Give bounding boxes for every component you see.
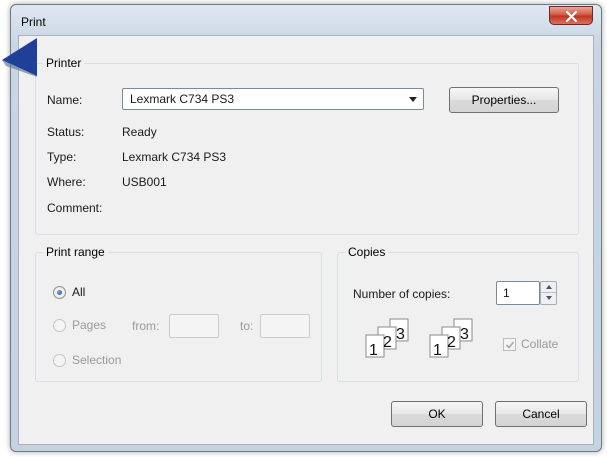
printer-group-label: Printer <box>43 56 85 70</box>
collate-page-3-left: 3 <box>396 326 405 343</box>
spin-up-button[interactable] <box>541 282 556 293</box>
copies-group-label: Copies <box>345 245 389 259</box>
pointer-arrow-icon <box>2 38 37 77</box>
collate-page-1-right: 1 <box>433 342 442 359</box>
collate-label[interactable]: Collate <box>521 337 558 351</box>
type-value: Lexmark C734 PS3 <box>122 150 227 164</box>
checkmark-icon <box>505 341 515 349</box>
chevron-down-icon <box>546 296 552 300</box>
printer-name-select[interactable]: Lexmark C734 PS3 <box>122 88 424 110</box>
printer-name-value: Lexmark C734 PS3 <box>130 92 235 106</box>
comment-label: Comment: <box>47 201 103 215</box>
number-of-copies-label: Number of copies: <box>353 287 451 301</box>
copies-input[interactable]: 1 <box>496 281 540 305</box>
collate-pages-icon: 3 2 1 3 2 1 <box>365 318 473 359</box>
pages-radio-label[interactable]: Pages <box>72 318 106 332</box>
chevron-up-icon <box>546 285 552 289</box>
collate-page-2-left: 2 <box>383 334 392 351</box>
copies-value: 1 <box>503 286 510 300</box>
properties-button[interactable]: Properties... <box>449 87 559 113</box>
ok-button[interactable]: OK <box>391 401 483 427</box>
type-label: Type: <box>47 150 77 164</box>
dialog-body: Printer Name: Lexmark C734 PS3 Propertie… <box>18 35 594 445</box>
collate-page-1-left: 1 <box>369 342 378 359</box>
collate-page-2-right: 2 <box>447 334 456 351</box>
collate-page-3-right: 3 <box>460 326 469 343</box>
to-label: to: <box>240 319 254 333</box>
pages-radio[interactable] <box>53 319 66 332</box>
copies-group: Copies Number of copies: 1 3 2 1 3 2 1 C… <box>337 245 579 382</box>
print-dialog: Print Printer Name: Lexmark C734 PS3 Pro… <box>10 4 602 452</box>
status-value: Ready <box>122 125 157 139</box>
close-button[interactable] <box>549 6 593 25</box>
status-label: Status: <box>47 125 85 139</box>
pages-from-input[interactable] <box>169 314 219 338</box>
all-radio[interactable] <box>53 286 66 299</box>
print-range-group-label: Print range <box>43 245 108 259</box>
window-title: Print <box>21 15 46 29</box>
copies-spinner[interactable] <box>540 281 557 305</box>
spin-down-button[interactable] <box>541 293 556 304</box>
collate-checkbox[interactable] <box>503 338 516 351</box>
from-label: from: <box>132 319 160 333</box>
title-bar[interactable]: Print <box>11 5 601 35</box>
radio-selected-dot <box>57 290 62 295</box>
cancel-button[interactable]: Cancel <box>495 401 587 427</box>
close-icon <box>565 11 578 22</box>
selection-radio[interactable] <box>53 354 66 367</box>
selection-radio-label[interactable]: Selection <box>72 353 121 367</box>
printer-group: Printer Name: Lexmark C734 PS3 Propertie… <box>35 56 579 235</box>
all-radio-label[interactable]: All <box>72 285 85 299</box>
where-label: Where: <box>47 175 86 189</box>
print-range-group: Print range All Pages from: to: Selectio… <box>35 245 322 382</box>
chevron-down-icon <box>409 97 417 102</box>
where-value: USB001 <box>122 175 167 189</box>
name-label: Name: <box>47 93 83 107</box>
pages-to-input[interactable] <box>260 314 310 338</box>
